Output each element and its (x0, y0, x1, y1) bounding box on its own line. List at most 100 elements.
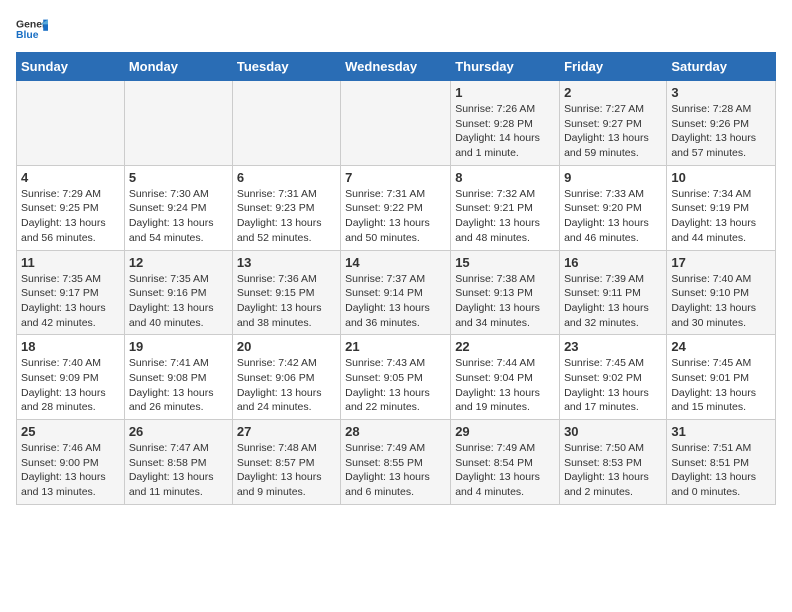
day-info: Sunrise: 7:35 AM Sunset: 9:16 PM Dayligh… (129, 272, 228, 331)
day-info: Sunrise: 7:40 AM Sunset: 9:10 PM Dayligh… (671, 272, 771, 331)
day-of-week-header: Friday (560, 53, 667, 81)
calendar-cell: 27Sunrise: 7:48 AM Sunset: 8:57 PM Dayli… (232, 420, 340, 505)
day-number: 10 (671, 170, 771, 185)
calendar-cell: 6 Sunrise: 7:31 AM Sunset: 9:23 PM Daylig… (232, 165, 340, 250)
day-info: Sunrise: 7:34 AM Sunset: 9:19 PM Dayligh… (671, 187, 771, 246)
day-info: Sunrise: 7:27 AM Sunset: 9:27 PM Dayligh… (564, 102, 662, 161)
day-number: 5 (129, 170, 228, 185)
day-info: Sunrise: 7:41 AM Sunset: 9:08 PM Dayligh… (129, 356, 228, 415)
day-info: Sunrise: 7:42 AM Sunset: 9:06 PM Dayligh… (237, 356, 336, 415)
day-of-week-header: Tuesday (232, 53, 340, 81)
calendar-week-row: 4 Sunrise: 7:29 AM Sunset: 9:25 PM Daylig… (17, 165, 776, 250)
day-number: 16 (564, 255, 662, 270)
day-number: 26 (129, 424, 228, 439)
day-info: Sunrise: 7:31 AM Sunset: 9:23 PM Dayligh… (237, 187, 336, 246)
calendar-cell: 19 Sunrise: 7:41 AM Sunset: 9:08 PM Dayli… (124, 335, 232, 420)
day-number: 25 (21, 424, 120, 439)
calendar-week-row: 1Sunrise: 7:26 AM Sunset: 9:28 PM Daylig… (17, 81, 776, 166)
calendar-cell: 14 Sunrise: 7:37 AM Sunset: 9:14 PM Dayli… (341, 250, 451, 335)
calendar-week-row: 18Sunrise: 7:40 AM Sunset: 9:09 PM Dayli… (17, 335, 776, 420)
calendar-cell (341, 81, 451, 166)
day-info: Sunrise: 7:44 AM Sunset: 9:04 PM Dayligh… (455, 356, 555, 415)
day-info: Sunrise: 7:36 AM Sunset: 9:15 PM Dayligh… (237, 272, 336, 331)
calendar-cell: 12 Sunrise: 7:35 AM Sunset: 9:16 PM Dayli… (124, 250, 232, 335)
calendar-cell: 11 Sunrise: 7:35 AM Sunset: 9:17 PM Dayli… (17, 250, 125, 335)
calendar-cell: 25 Sunrise: 7:46 AM Sunset: 9:00 PM Dayli… (17, 420, 125, 505)
day-info: Sunrise: 7:30 AM Sunset: 9:24 PM Dayligh… (129, 187, 228, 246)
day-number: 29 (455, 424, 555, 439)
day-of-week-header: Saturday (667, 53, 776, 81)
day-number: 31 (671, 424, 771, 439)
day-number: 3 (671, 85, 771, 100)
calendar-cell: 7 Sunrise: 7:31 AM Sunset: 9:22 PM Daylig… (341, 165, 451, 250)
calendar-cell: 9 Sunrise: 7:33 AM Sunset: 9:20 PM Daylig… (560, 165, 667, 250)
calendar-cell: 22 Sunrise: 7:44 AM Sunset: 9:04 PM Dayli… (451, 335, 560, 420)
calendar-cell: 18Sunrise: 7:40 AM Sunset: 9:09 PM Dayli… (17, 335, 125, 420)
day-number: 11 (21, 255, 120, 270)
day-number: 18 (21, 339, 120, 354)
day-of-week-header: Wednesday (341, 53, 451, 81)
day-info: Sunrise: 7:31 AM Sunset: 9:22 PM Dayligh… (345, 187, 446, 246)
calendar-cell: 13 Sunrise: 7:36 AM Sunset: 9:15 PM Dayli… (232, 250, 340, 335)
day-number: 20 (237, 339, 336, 354)
calendar-cell: 1Sunrise: 7:26 AM Sunset: 9:28 PM Daylig… (451, 81, 560, 166)
logo: General Blue (16, 16, 48, 44)
day-number: 13 (237, 255, 336, 270)
day-number: 6 (237, 170, 336, 185)
day-of-week-header: Monday (124, 53, 232, 81)
page-header: General Blue (16, 16, 776, 44)
day-number: 30 (564, 424, 662, 439)
day-number: 23 (564, 339, 662, 354)
calendar-cell: 28 Sunrise: 7:49 AM Sunset: 8:55 PM Dayli… (341, 420, 451, 505)
svg-text:Blue: Blue (16, 30, 39, 41)
calendar-cell: 29Sunrise: 7:49 AM Sunset: 8:54 PM Dayli… (451, 420, 560, 505)
calendar-cell: 3Sunrise: 7:28 AM Sunset: 9:26 PM Daylig… (667, 81, 776, 166)
header-row: SundayMondayTuesdayWednesdayThursdayFrid… (17, 53, 776, 81)
calendar-cell: 8Sunrise: 7:32 AM Sunset: 9:21 PM Daylig… (451, 165, 560, 250)
calendar-cell: 20 Sunrise: 7:42 AM Sunset: 9:06 PM Dayli… (232, 335, 340, 420)
calendar-cell: 10 Sunrise: 7:34 AM Sunset: 9:19 PM Dayli… (667, 165, 776, 250)
day-info: Sunrise: 7:29 AM Sunset: 9:25 PM Dayligh… (21, 187, 120, 246)
day-of-week-header: Thursday (451, 53, 560, 81)
day-info: Sunrise: 7:35 AM Sunset: 9:17 PM Dayligh… (21, 272, 120, 331)
day-info: Sunrise: 7:50 AM Sunset: 8:53 PM Dayligh… (564, 441, 662, 500)
calendar-table: SundayMondayTuesdayWednesdayThursdayFrid… (16, 52, 776, 505)
day-number: 15 (455, 255, 555, 270)
day-number: 14 (345, 255, 446, 270)
day-number: 4 (21, 170, 120, 185)
day-number: 28 (345, 424, 446, 439)
calendar-cell (17, 81, 125, 166)
calendar-cell: 31 Sunrise: 7:51 AM Sunset: 8:51 PM Dayli… (667, 420, 776, 505)
day-info: Sunrise: 7:45 AM Sunset: 9:02 PM Dayligh… (564, 356, 662, 415)
logo-icon: General Blue (16, 16, 48, 44)
day-info: Sunrise: 7:43 AM Sunset: 9:05 PM Dayligh… (345, 356, 446, 415)
day-number: 12 (129, 255, 228, 270)
day-of-week-header: Sunday (17, 53, 125, 81)
day-info: Sunrise: 7:45 AM Sunset: 9:01 PM Dayligh… (671, 356, 771, 415)
calendar-cell: 24Sunrise: 7:45 AM Sunset: 9:01 PM Dayli… (667, 335, 776, 420)
day-info: Sunrise: 7:33 AM Sunset: 9:20 PM Dayligh… (564, 187, 662, 246)
day-number: 27 (237, 424, 336, 439)
day-info: Sunrise: 7:26 AM Sunset: 9:28 PM Dayligh… (455, 102, 555, 161)
calendar-cell (232, 81, 340, 166)
day-number: 19 (129, 339, 228, 354)
day-number: 9 (564, 170, 662, 185)
calendar-cell: 23 Sunrise: 7:45 AM Sunset: 9:02 PM Dayli… (560, 335, 667, 420)
calendar-cell: 17Sunrise: 7:40 AM Sunset: 9:10 PM Dayli… (667, 250, 776, 335)
day-number: 22 (455, 339, 555, 354)
calendar-cell: 16 Sunrise: 7:39 AM Sunset: 9:11 PM Dayli… (560, 250, 667, 335)
day-number: 7 (345, 170, 446, 185)
day-info: Sunrise: 7:39 AM Sunset: 9:11 PM Dayligh… (564, 272, 662, 331)
day-number: 2 (564, 85, 662, 100)
calendar-cell: 5 Sunrise: 7:30 AM Sunset: 9:24 PM Daylig… (124, 165, 232, 250)
day-info: Sunrise: 7:37 AM Sunset: 9:14 PM Dayligh… (345, 272, 446, 331)
calendar-week-row: 11 Sunrise: 7:35 AM Sunset: 9:17 PM Dayli… (17, 250, 776, 335)
day-info: Sunrise: 7:49 AM Sunset: 8:55 PM Dayligh… (345, 441, 446, 500)
day-info: Sunrise: 7:51 AM Sunset: 8:51 PM Dayligh… (671, 441, 771, 500)
day-info: Sunrise: 7:32 AM Sunset: 9:21 PM Dayligh… (455, 187, 555, 246)
day-info: Sunrise: 7:46 AM Sunset: 9:00 PM Dayligh… (21, 441, 120, 500)
calendar-week-row: 25 Sunrise: 7:46 AM Sunset: 9:00 PM Dayli… (17, 420, 776, 505)
calendar-cell: 4 Sunrise: 7:29 AM Sunset: 9:25 PM Daylig… (17, 165, 125, 250)
calendar-cell: 15 Sunrise: 7:38 AM Sunset: 9:13 PM Dayli… (451, 250, 560, 335)
day-info: Sunrise: 7:38 AM Sunset: 9:13 PM Dayligh… (455, 272, 555, 331)
